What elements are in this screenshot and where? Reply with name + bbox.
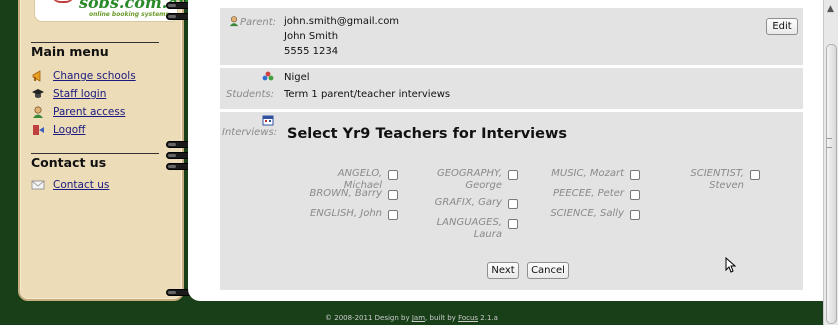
main-menu-heading: Main menu [31, 44, 109, 59]
cancel-button[interactable]: Cancel [527, 262, 569, 279]
teacher-checkbox[interactable] [508, 219, 518, 229]
teacher-option[interactable]: SCIENCE, Sally [538, 208, 640, 220]
teacher-name: SCIENTIST, Steven [690, 168, 744, 191]
teacher-checkbox[interactable] [388, 190, 398, 200]
megaphone-icon [31, 69, 45, 83]
teacher-option[interactable]: MUSIC, Mozart [538, 168, 640, 180]
contact-heading: Contact us [31, 155, 107, 170]
footer-middle: , built by [425, 314, 456, 322]
teacher-option[interactable]: LANGUAGES, Laura [426, 217, 518, 241]
scrollbar-thumb[interactable] [826, 44, 837, 324]
scroll-up-icon[interactable]: ▲ [827, 4, 834, 14]
teacher-name: BROWN, Barry [309, 188, 382, 199]
sidebar-item-staff-login[interactable]: Staff login [31, 86, 106, 102]
design-link[interactable]: Jam [412, 314, 425, 322]
scrollbar-grip-icon [827, 138, 832, 148]
sidebar-item-parent-access[interactable]: Parent access [31, 104, 125, 120]
teacher-name: MUSIC, Mozart [551, 168, 624, 179]
teacher-name: PEECEE, Peter [552, 188, 624, 199]
event-name: Term 1 parent/teacher interviews [284, 89, 451, 100]
teacher-option[interactable]: BROWN, Barry [298, 188, 398, 200]
teacher-checkbox[interactable] [750, 170, 760, 180]
teacher-name: ENGLISH, John [309, 208, 382, 219]
graduation-cap-icon [31, 87, 45, 101]
teacher-checkbox[interactable] [388, 210, 398, 220]
mouse-cursor-icon [725, 256, 737, 276]
teacher-checkbox[interactable] [508, 170, 518, 180]
student-name: Nigel [284, 72, 310, 83]
logo[interactable]: sobs.com.au online booking systems [34, 0, 189, 22]
interviews-label: Interviews: [222, 127, 278, 138]
teacher-name: GRAFIX, Gary [434, 197, 502, 208]
user-icon [31, 105, 45, 119]
user-icon [228, 15, 240, 30]
teacher-checkbox[interactable] [630, 170, 640, 180]
next-button[interactable]: Next [487, 262, 519, 279]
teacher-option[interactable]: SCIENTIST, Steven [680, 168, 760, 192]
parent-phone: 5555 1234 [284, 46, 339, 57]
envelope-icon [31, 178, 45, 192]
teacher-checkbox[interactable] [630, 190, 640, 200]
vertical-scrollbar[interactable]: ▲ [823, 0, 838, 325]
students-label: Students: [226, 89, 274, 100]
sidebar: sobs.com.au online booking systems Main … [18, 0, 189, 301]
sidebar-item-label[interactable]: Contact us [53, 179, 109, 191]
sidebar-item-label[interactable]: Logoff [53, 124, 85, 136]
parent-email: john.smith@gmail.com [284, 16, 400, 27]
sidebar-item-change-schools[interactable]: Change schools [31, 68, 136, 84]
logo-swoosh-icon [51, 0, 75, 3]
teacher-option[interactable]: GEOGRAPHY, George [426, 168, 518, 192]
teacher-name: GEOGRAPHY, George [436, 168, 502, 191]
sidebar-item-label[interactable]: Parent access [53, 106, 125, 118]
logo-tagline: online booking systems [89, 11, 169, 18]
sidebar-item-label[interactable]: Staff login [53, 88, 106, 100]
students-icon [262, 71, 274, 86]
edit-button[interactable]: Edit [766, 18, 798, 35]
teacher-name: SCIENCE, Sally [550, 208, 624, 219]
sidebar-item-logoff[interactable]: Logoff [31, 122, 85, 138]
contact-rule [31, 153, 159, 154]
footer-version: 2.1.a [480, 314, 498, 322]
sidebar-item-contact-us[interactable]: Contact us [31, 177, 109, 193]
teacher-option[interactable]: PEECEE, Peter [538, 188, 640, 200]
sidebar-item-label[interactable]: Change schools [53, 70, 136, 82]
main-menu-rule [31, 42, 159, 43]
footer: © 2008-2011 Design by Jam, built by Focu… [0, 314, 823, 322]
teacher-checkbox[interactable] [388, 170, 398, 180]
teacher-option[interactable]: ENGLISH, John [298, 208, 398, 220]
door-exit-icon [31, 123, 45, 137]
built-link[interactable]: Focus [458, 314, 478, 322]
interviews-title: Select Yr9 Teachers for Interviews [287, 126, 567, 142]
parent-label: Parent: [240, 17, 277, 28]
teacher-checkbox[interactable] [630, 210, 640, 220]
teacher-checkbox[interactable] [508, 199, 518, 209]
footer-copyright: © 2008-2011 Design by [325, 314, 410, 322]
teacher-name: LANGUAGES, Laura [436, 217, 502, 240]
teacher-option[interactable]: GRAFIX, Gary [426, 197, 518, 209]
parent-name: John Smith [284, 31, 339, 42]
